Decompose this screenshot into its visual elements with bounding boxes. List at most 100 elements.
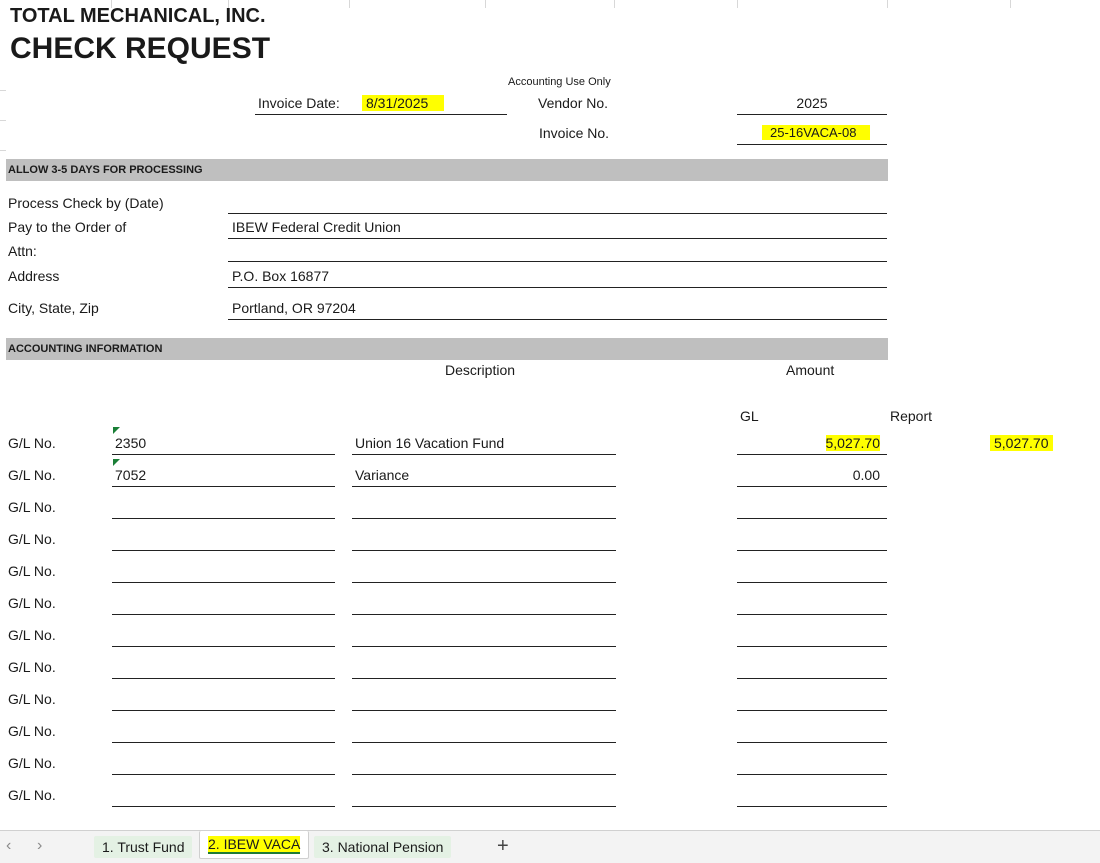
address-underline bbox=[228, 287, 887, 288]
gl-description-underline bbox=[352, 646, 616, 647]
gl-account-underline bbox=[112, 646, 335, 647]
gl-account-underline bbox=[112, 582, 335, 583]
chevron-left-icon[interactable]: ‹ bbox=[6, 837, 11, 855]
gl-account-underline bbox=[112, 774, 335, 775]
invoice-date-underline bbox=[255, 114, 507, 115]
gl-label: G/L No. bbox=[8, 627, 56, 643]
gl-label: G/L No. bbox=[8, 499, 56, 515]
gridline bbox=[0, 90, 6, 91]
sheet-tab-label: 2. IBEW VACA bbox=[208, 836, 301, 854]
invoice-no-value[interactable]: 25-16VACA-08 bbox=[762, 125, 871, 140]
sheet-tab-ibew-vaca[interactable]: 2. IBEW VACA bbox=[199, 831, 310, 859]
gl-label: G/L No. bbox=[8, 755, 56, 771]
gl-amount-value[interactable]: 5,027.70 bbox=[737, 435, 880, 451]
gl-amount-underline bbox=[737, 550, 887, 551]
sheet-tab-label: 3. National Pension bbox=[322, 839, 444, 855]
plus-icon[interactable]: + bbox=[497, 835, 509, 858]
gl-description-value[interactable]: Variance bbox=[355, 467, 409, 483]
gl-description-underline bbox=[352, 454, 616, 455]
gl-account-underline bbox=[112, 742, 335, 743]
gl-description-underline bbox=[352, 614, 616, 615]
gl-description-underline bbox=[352, 518, 616, 519]
gl-label: G/L No. bbox=[8, 467, 56, 483]
gl-description-underline bbox=[352, 486, 616, 487]
gl-account-value[interactable]: 7052 bbox=[115, 467, 146, 483]
gl-description-underline bbox=[352, 806, 616, 807]
gl-amount-underline bbox=[737, 582, 887, 583]
gl-label: G/L No. bbox=[8, 435, 56, 451]
gl-description-value[interactable]: Union 16 Vacation Fund bbox=[355, 435, 504, 451]
gl-amount-underline bbox=[737, 518, 887, 519]
gridline bbox=[0, 120, 6, 121]
sheet-tab-bar: ‹ › 1. Trust Fund 2. IBEW VACA 3. Nation… bbox=[0, 830, 1100, 863]
vendor-no-underline bbox=[737, 114, 887, 115]
accounting-use-only-label: Accounting Use Only bbox=[508, 76, 611, 88]
attn-underline bbox=[228, 261, 887, 262]
gl-label: G/L No. bbox=[8, 659, 56, 675]
chevron-right-icon[interactable]: › bbox=[37, 837, 42, 855]
gridline bbox=[887, 0, 888, 8]
address-value[interactable]: P.O. Box 16877 bbox=[232, 268, 329, 284]
city-value[interactable]: Portland, OR 97204 bbox=[232, 300, 356, 316]
invoice-date-value[interactable]: 8/31/2025 bbox=[362, 95, 445, 111]
gl-description-underline bbox=[352, 742, 616, 743]
gl-account-underline bbox=[112, 614, 335, 615]
city-underline bbox=[228, 319, 887, 320]
attn-label: Attn: bbox=[8, 243, 37, 259]
gl-amount-underline bbox=[737, 774, 887, 775]
gl-account-underline bbox=[112, 454, 335, 455]
gl-account-underline bbox=[112, 710, 335, 711]
error-indicator-icon bbox=[113, 459, 120, 466]
gl-label: G/L No. bbox=[8, 563, 56, 579]
gl-account-underline bbox=[112, 806, 335, 807]
invoice-date-label: Invoice Date: bbox=[258, 95, 340, 111]
sheet-tab-label: 1. Trust Fund bbox=[102, 839, 185, 855]
gl-amount-underline bbox=[737, 646, 887, 647]
error-indicator-icon bbox=[113, 427, 120, 434]
company-name: TOTAL MECHANICAL, INC. bbox=[10, 5, 266, 27]
gl-description-underline bbox=[352, 774, 616, 775]
gl-label: G/L No. bbox=[8, 723, 56, 739]
gl-account-underline bbox=[112, 678, 335, 679]
amount-header: Amount bbox=[786, 362, 835, 378]
gridline bbox=[737, 0, 738, 8]
gridline bbox=[485, 0, 486, 8]
gl-amount-text: 5,027.70 bbox=[825, 435, 880, 451]
pay-to-underline bbox=[228, 238, 887, 239]
gl-description-underline bbox=[352, 582, 616, 583]
sheet-tab-national-pension[interactable]: 3. National Pension bbox=[314, 836, 452, 858]
vendor-no-label: Vendor No. bbox=[538, 95, 609, 111]
gl-amount-underline bbox=[737, 742, 887, 743]
gl-amount-underline bbox=[737, 806, 887, 807]
gl-description-underline bbox=[352, 710, 616, 711]
report-header: Report bbox=[890, 408, 933, 424]
accounting-band-label: ACCOUNTING INFORMATION bbox=[8, 343, 163, 355]
gl-amount-underline bbox=[737, 614, 887, 615]
gl-label: G/L No. bbox=[8, 787, 56, 803]
process-by-underline bbox=[228, 213, 887, 214]
gl-amount-text: 0.00 bbox=[852, 467, 880, 483]
gl-account-underline bbox=[112, 550, 335, 551]
processing-band-label: ALLOW 3-5 DAYS FOR PROCESSING bbox=[8, 164, 203, 176]
sheet-tab-trust-fund[interactable]: 1. Trust Fund bbox=[94, 836, 193, 858]
gl-description-underline bbox=[352, 550, 616, 551]
gl-account-value[interactable]: 2350 bbox=[115, 435, 146, 451]
gl-account-underline bbox=[112, 518, 335, 519]
gl-report-value[interactable]: 5,027.70 bbox=[990, 435, 1053, 451]
pay-to-label: Pay to the Order of bbox=[8, 219, 127, 235]
invoice-no-underline bbox=[737, 144, 887, 145]
vendor-no-value[interactable]: 2025 bbox=[737, 95, 887, 111]
gridline bbox=[1010, 0, 1011, 8]
pay-to-value[interactable]: IBEW Federal Credit Union bbox=[232, 219, 401, 235]
page-title: CHECK REQUEST bbox=[10, 32, 271, 65]
gl-amount-underline bbox=[737, 678, 887, 679]
gridline bbox=[349, 0, 350, 8]
gl-account-underline bbox=[112, 486, 335, 487]
gridline bbox=[0, 150, 6, 151]
city-label: City, State, Zip bbox=[8, 300, 99, 316]
process-by-label: Process Check by (Date) bbox=[8, 195, 164, 211]
gl-amount-value[interactable]: 0.00 bbox=[737, 467, 880, 483]
description-header: Description bbox=[445, 362, 516, 378]
gl-description-underline bbox=[352, 678, 616, 679]
gl-amount-underline bbox=[737, 710, 887, 711]
